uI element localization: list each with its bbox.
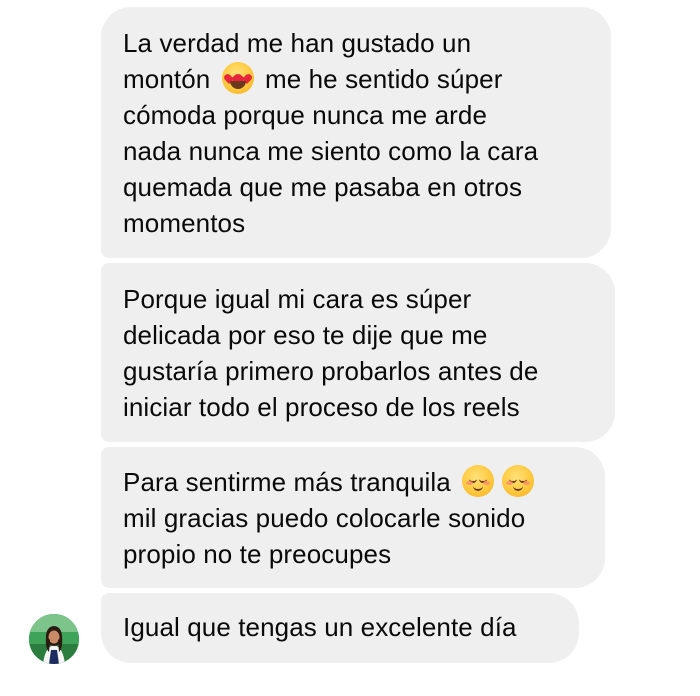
message-bubble[interactable]: Porque igual mi cara es súper delicada p… (101, 263, 615, 442)
message-bubble[interactable]: Para sentirme más tranquila mil gracias … (101, 447, 605, 588)
message-thread: La verdad me han gustado un montón me he… (0, 0, 700, 696)
sender-avatar[interactable] (29, 614, 79, 664)
message-bubble[interactable]: Igual que tengas un excelente día (101, 593, 579, 663)
message-bubble[interactable]: La verdad me han gustado un montón me he… (101, 7, 611, 258)
profile-avatar-image (29, 614, 79, 664)
smiling-face-with-heart-eyes-icon (221, 62, 254, 94)
message-text: Porque igual mi cara es súper delicada p… (123, 284, 539, 422)
message-text: Igual que tengas un excelente día (123, 612, 517, 642)
smiling-face-icon (502, 465, 535, 497)
message-text: Para sentirme más tranquila (123, 467, 451, 497)
message-text: mil gracias puedo colocarle sonido propi… (123, 503, 526, 569)
smiling-face-icon (462, 465, 495, 497)
